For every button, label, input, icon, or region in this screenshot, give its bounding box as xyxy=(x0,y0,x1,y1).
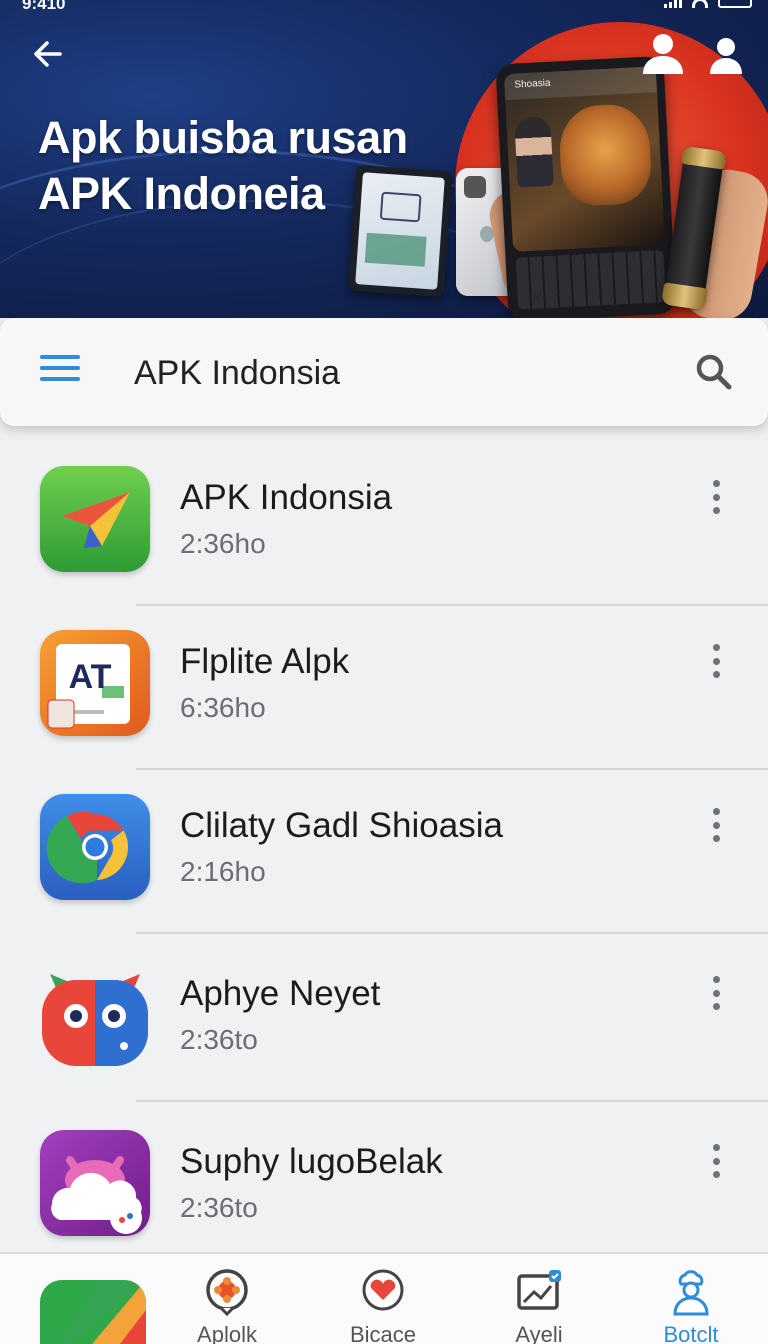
profile-icon[interactable] xyxy=(640,32,686,74)
cloud-creature-icon xyxy=(40,1130,150,1236)
back-arrow-icon[interactable] xyxy=(30,36,66,72)
app-time: 2:36to xyxy=(180,1192,258,1223)
status-time: 9:410 xyxy=(22,0,66,13)
app-launcher-icon[interactable] xyxy=(40,1280,146,1344)
at-document-icon: AT xyxy=(40,630,150,736)
at-icon-text: AT xyxy=(69,658,112,696)
hero-title-line2: APK Indoneia xyxy=(38,168,325,219)
app-time: 2:36to xyxy=(180,1024,258,1055)
list-item[interactable]: Clilaty Gadl Shioasia 2:16ho xyxy=(0,768,768,934)
nav-item-bicace[interactable]: Bicace xyxy=(328,1268,438,1344)
nav-label: Botclt xyxy=(663,1322,719,1344)
more-options-icon[interactable] xyxy=(706,480,726,514)
flower-badge-icon xyxy=(206,1269,248,1316)
bottom-navigation: Aplolk Bicace Ayeli Botclt xyxy=(0,1252,768,1344)
status-bar: 9:410 xyxy=(0,0,768,14)
keyboard-illustration xyxy=(515,250,667,310)
search-bar xyxy=(0,318,768,426)
list-item[interactable]: APK Indonsia 2:36ho xyxy=(0,440,768,606)
hero-title-line1: Apk buisba rusan xyxy=(38,112,408,163)
app-name: Suphy lugoBelak xyxy=(180,1142,443,1181)
owl-face-icon xyxy=(40,962,150,1068)
nav-label: Ayeli xyxy=(515,1322,563,1344)
app-name: APK Indonsia xyxy=(180,478,393,517)
more-options-icon[interactable] xyxy=(706,808,726,842)
hamburger-menu-icon[interactable] xyxy=(40,355,80,391)
app-list: APK Indonsia 2:36ho AT Flplite Alpk 6:36… xyxy=(0,440,768,1252)
account-icon[interactable] xyxy=(706,36,746,74)
nav-item-aplolk[interactable]: Aplolk xyxy=(172,1268,282,1344)
wifi-icon xyxy=(692,0,708,8)
hero-title: Apk buisba rusan APK Indoneia xyxy=(38,110,408,222)
phone-screen-label: Shoasia xyxy=(503,66,658,101)
list-item[interactable]: AT Flplite Alpk 6:36ho xyxy=(0,604,768,770)
chart-monitor-icon xyxy=(517,1270,561,1310)
app-name: Flplite Alpk xyxy=(180,642,350,681)
divider xyxy=(136,932,768,934)
app-time: 2:16ho xyxy=(180,856,266,887)
signal-icon xyxy=(664,0,682,8)
battery-icon xyxy=(718,0,752,8)
hero-banner: Shoasia 9:410 Apk buisba rusan APK Indon… xyxy=(0,0,768,318)
more-options-icon[interactable] xyxy=(706,644,726,678)
app-name: Clilaty Gadl Shioasia xyxy=(180,806,503,845)
lion-illustration xyxy=(557,102,653,208)
app-time: 2:36ho xyxy=(180,528,266,559)
nav-label: Aplolk xyxy=(197,1322,257,1344)
phone-illustration: Shoasia xyxy=(495,55,677,318)
list-item[interactable]: Suphy lugoBelak 2:36to xyxy=(0,1104,768,1270)
app-time: 6:36ho xyxy=(180,692,266,723)
more-options-icon[interactable] xyxy=(706,976,726,1010)
chrome-icon xyxy=(40,794,150,900)
search-input[interactable]: APK Indonsia xyxy=(134,354,340,393)
list-item[interactable]: Aphye Neyet 2:36to xyxy=(0,936,768,1102)
app-name: Aphye Neyet xyxy=(180,974,381,1013)
paper-plane-icon xyxy=(40,466,150,572)
divider xyxy=(136,1100,768,1102)
more-options-icon[interactable] xyxy=(706,1144,726,1178)
person-illustration xyxy=(514,115,554,188)
nav-item-botclt[interactable]: Botclt xyxy=(636,1268,746,1344)
nav-label: Bicace xyxy=(349,1322,417,1344)
chef-person-icon xyxy=(673,1270,709,1316)
heart-badge-icon xyxy=(362,1269,404,1311)
nav-item-ayeli[interactable]: Ayeli xyxy=(484,1268,594,1344)
search-icon[interactable] xyxy=(694,352,734,392)
